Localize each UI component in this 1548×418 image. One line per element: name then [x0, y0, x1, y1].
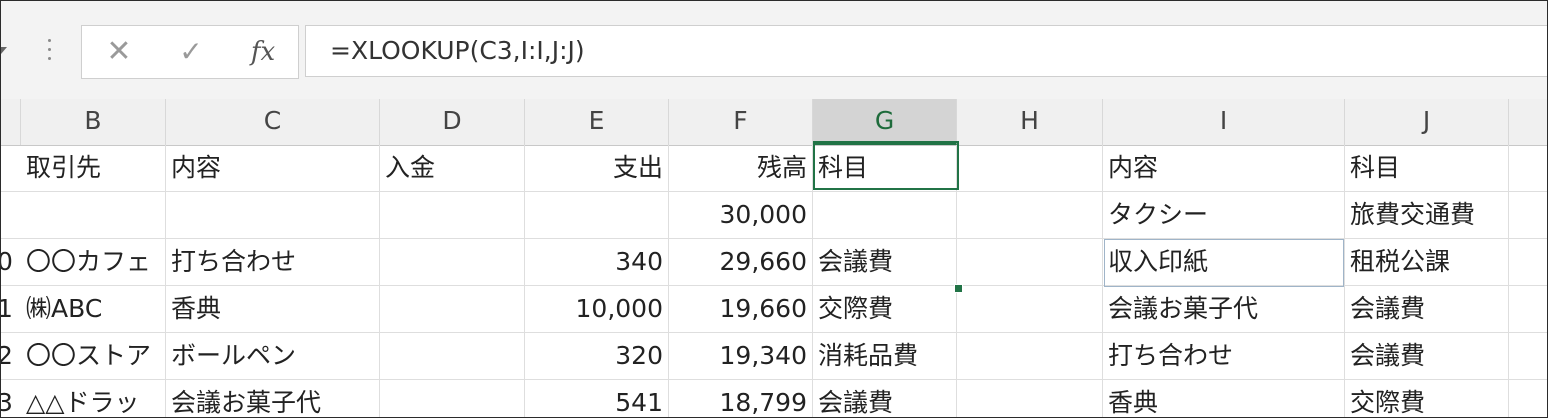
row-number[interactable]: 3	[1, 380, 21, 417]
cell-c[interactable]: 打ち合わせ	[166, 239, 380, 286]
cell-i[interactable]: 会議お菓子代	[1103, 286, 1345, 333]
cell-b[interactable]	[21, 192, 166, 239]
cell-h[interactable]	[957, 333, 1103, 380]
cell-i[interactable]: タクシー	[1103, 192, 1345, 239]
row-number[interactable]: 0	[1, 239, 21, 286]
cell-i[interactable]: 打ち合わせ	[1103, 333, 1345, 380]
column-header-j[interactable]: J	[1345, 99, 1509, 145]
cell-e[interactable]: 541	[525, 380, 669, 417]
column-header-g[interactable]: G	[813, 99, 957, 145]
row-number[interactable]: 2	[1, 333, 21, 380]
column-header-next[interactable]	[1509, 99, 1547, 145]
name-box-dropdown-icon[interactable]	[1, 47, 7, 54]
row-number[interactable]: 1	[1, 286, 21, 333]
column-header-d[interactable]: D	[380, 99, 525, 145]
column-header-i[interactable]: I	[1103, 99, 1345, 145]
cell-b[interactable]: △△ドラッ	[21, 380, 166, 417]
cell-b[interactable]: ㈱ABC	[21, 286, 166, 333]
cell-f[interactable]: 残高	[669, 145, 813, 192]
formula-bar-grip-icon[interactable]	[47, 39, 53, 65]
column-headers: BCDEFGHIJ	[1, 99, 1547, 146]
cell-f[interactable]: 19,340	[669, 333, 813, 380]
cell-d[interactable]	[380, 192, 525, 239]
cell-j[interactable]: 旅費交通費	[1345, 192, 1509, 239]
cell-h[interactable]	[957, 192, 1103, 239]
table-row: 取引先 内容 入金 支出 残高 科目 内容 科目	[1, 145, 1547, 192]
fill-handle[interactable]	[954, 284, 963, 293]
cell-i[interactable]: 香典	[1103, 380, 1345, 417]
cell-f[interactable]: 30,000	[669, 192, 813, 239]
cell-j[interactable]: 交際費	[1345, 380, 1509, 417]
cell-f[interactable]: 29,660	[669, 239, 813, 286]
cell-h[interactable]	[957, 239, 1103, 286]
cell-h[interactable]	[957, 380, 1103, 417]
cell-g[interactable]: 消耗品費	[813, 333, 957, 380]
cell-g[interactable]: 交際費	[813, 286, 957, 333]
cell-c[interactable]: ボールペン	[166, 333, 380, 380]
row-header-edge	[1, 99, 21, 145]
cell-i[interactable]: 内容	[1103, 145, 1345, 192]
cell-d[interactable]	[380, 380, 525, 417]
cell-b[interactable]: 〇〇カフェ	[21, 239, 166, 286]
insert-function-button[interactable]: fx	[238, 26, 288, 78]
cell-g[interactable]	[813, 192, 957, 239]
row-number[interactable]	[1, 145, 21, 192]
cell-e[interactable]: 340	[525, 239, 669, 286]
cell-d[interactable]	[380, 286, 525, 333]
table-row: 2〇〇ストアボールペン 32019,340消耗品費 打ち合わせ会議費	[1, 333, 1547, 380]
cell-c[interactable]: 会議お菓子代	[166, 380, 380, 417]
cell-f[interactable]: 18,799	[669, 380, 813, 417]
cancel-button[interactable]: ✕	[94, 26, 144, 78]
cell-j[interactable]: 科目	[1345, 145, 1509, 192]
table-row: 1㈱ABC香典 10,00019,660交際費 会議お菓子代会議費	[1, 286, 1547, 333]
cell-j[interactable]: 租税公課	[1345, 239, 1509, 286]
column-header-c[interactable]: C	[166, 99, 380, 145]
cell-b[interactable]: 〇〇ストア	[21, 333, 166, 380]
cell-e[interactable]: 320	[525, 333, 669, 380]
cell-c[interactable]	[166, 192, 380, 239]
cell-j[interactable]: 会議費	[1345, 286, 1509, 333]
table-row: 0〇〇カフェ打ち合わせ 34029,660会議費 収入印紙租税公課	[1, 239, 1547, 286]
cell-d[interactable]	[380, 239, 525, 286]
formula-bar: ✕ ✓ fx =XLOOKUP(C3,I:I,J:J)	[1, 1, 1547, 100]
column-header-e[interactable]: E	[525, 99, 669, 145]
cell-c[interactable]: 内容	[166, 145, 380, 192]
cell-d[interactable]	[380, 333, 525, 380]
cell-b[interactable]: 取引先	[21, 145, 166, 192]
column-header-f[interactable]: F	[669, 99, 813, 145]
cell-i[interactable]: 収入印紙	[1103, 239, 1345, 286]
cell-c[interactable]: 香典	[166, 286, 380, 333]
formula-buttons: ✕ ✓ fx	[81, 25, 299, 79]
formula-input[interactable]: =XLOOKUP(C3,I:I,J:J)	[305, 25, 1547, 77]
column-header-b[interactable]: B	[21, 99, 166, 145]
cell-f[interactable]: 19,660	[669, 286, 813, 333]
spreadsheet-window: ✕ ✓ fx =XLOOKUP(C3,I:I,J:J) BCDEFGHIJ 取引…	[0, 0, 1548, 418]
cell-d[interactable]: 入金	[380, 145, 525, 192]
cell-h[interactable]	[957, 145, 1103, 192]
enter-button[interactable]: ✓	[166, 26, 216, 78]
cell-h[interactable]	[957, 286, 1103, 333]
cell-e[interactable]	[525, 192, 669, 239]
table-row: 30,000 タクシー 旅費交通費	[1, 192, 1547, 239]
cell-e[interactable]: 10,000	[525, 286, 669, 333]
cell-g[interactable]: 会議費	[813, 239, 957, 286]
cell-g[interactable]: 会議費	[813, 380, 957, 417]
cell-g[interactable]: 科目	[813, 145, 957, 192]
cell-e[interactable]: 支出	[525, 145, 669, 192]
column-header-h[interactable]: H	[957, 99, 1103, 145]
row-number[interactable]	[1, 192, 21, 239]
table-row: 3△△ドラッ会議お菓子代 54118,799会議費 香典交際費	[1, 380, 1547, 417]
cell-j[interactable]: 会議費	[1345, 333, 1509, 380]
